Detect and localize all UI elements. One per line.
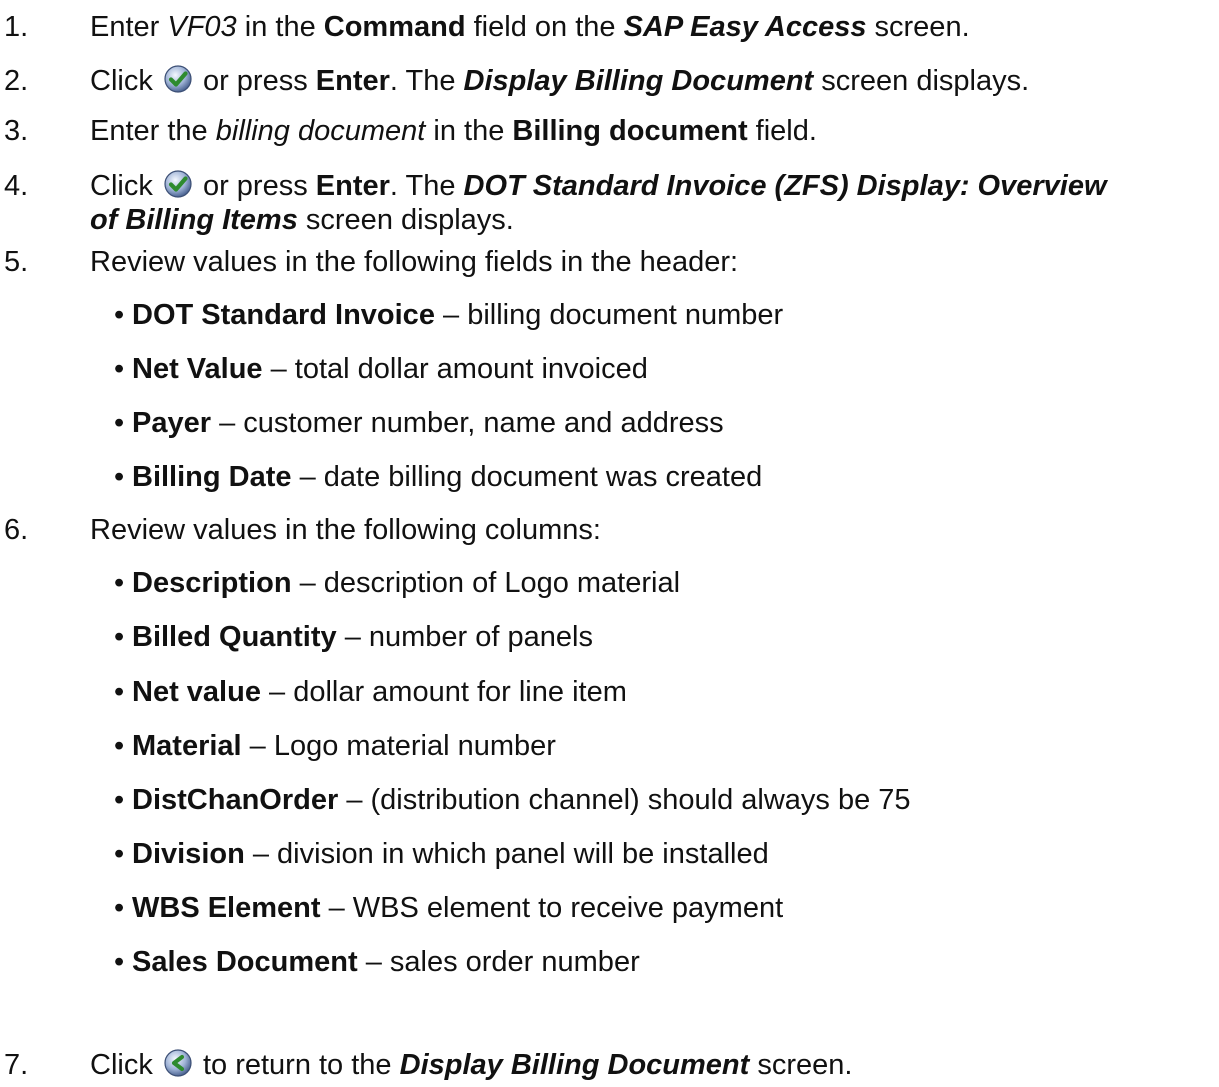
- bullet-marker: •: [114, 461, 125, 493]
- bullet-text: Description – description of Logo materi…: [132, 566, 680, 600]
- bullet-marker: •: [114, 784, 125, 816]
- screen-name: of Billing Items: [90, 204, 298, 236]
- text-run: Enter the: [90, 115, 216, 147]
- enter-check-icon: [163, 169, 193, 199]
- bullet-text: Division – division in which panel will …: [132, 837, 769, 871]
- column-name: DistChanOrder: [132, 784, 339, 816]
- step-text: Click to return to the Display Billing D…: [90, 1048, 852, 1082]
- column-description: – number of panels: [336, 621, 593, 653]
- screen-name: SAP Easy Access: [623, 11, 867, 43]
- step-text: Click or press Enter. The DOT Standard I…: [90, 169, 1107, 203]
- text-run: or press: [194, 170, 316, 202]
- column-description: – (distribution channel) should always b…: [338, 784, 911, 816]
- step-number: 4.: [4, 170, 29, 202]
- bullet-text: Billed Quantity – number of panels: [132, 620, 593, 654]
- transaction-code: VF03: [167, 11, 237, 43]
- bullet-marker: •: [114, 567, 125, 599]
- bullet-text: Payer – customer number, name and addres…: [132, 406, 724, 440]
- bullet-marker: •: [114, 838, 125, 870]
- text-run: in the: [425, 115, 513, 147]
- column-description: – WBS element to receive payment: [320, 892, 784, 924]
- text-run: Click: [90, 65, 161, 97]
- bullet-text: Material – Logo material number: [132, 729, 556, 763]
- column-name: Billed Quantity: [132, 621, 337, 653]
- field-name: Billing document: [512, 115, 748, 147]
- bullet-text: Net Value – total dollar amount invoiced: [132, 352, 648, 386]
- field-description: – total dollar amount invoiced: [262, 353, 648, 385]
- screen-name: DOT Standard Invoice (ZFS) Display: Over…: [463, 170, 1107, 202]
- bullet-text: DistChanOrder – (distribution channel) s…: [132, 783, 911, 817]
- bullet-marker: •: [114, 892, 125, 924]
- text-run: screen displays.: [297, 204, 514, 236]
- field-name: Net Value: [132, 353, 263, 385]
- text-run: or press: [194, 65, 316, 97]
- column-name: Division: [132, 838, 245, 870]
- column-description: – dollar amount for line item: [260, 676, 627, 708]
- bullet-text: WBS Element – WBS element to receive pay…: [132, 891, 783, 925]
- bullet-marker: •: [114, 353, 125, 385]
- text-run: . The: [389, 65, 464, 97]
- value-name: billing document: [215, 115, 426, 147]
- field-name: Command: [323, 11, 466, 43]
- step-text: Enter the billing document in the Billin…: [90, 114, 817, 148]
- text-run: field.: [747, 115, 817, 147]
- column-description: – Logo material number: [241, 730, 556, 762]
- text-run: screen.: [866, 11, 970, 43]
- field-description: – date billing document was created: [291, 461, 763, 493]
- bullet-text: DOT Standard Invoice – billing document …: [132, 298, 783, 332]
- step-number: 6.: [4, 514, 29, 546]
- screen-name: Display Billing Document: [399, 1049, 750, 1081]
- step-number: 1.: [4, 11, 29, 43]
- step-number: 5.: [4, 246, 29, 278]
- text-run: to return to the: [194, 1049, 400, 1081]
- bullet-marker: •: [114, 407, 125, 439]
- bullet-marker: •: [114, 730, 125, 762]
- text-run: screen.: [749, 1049, 853, 1081]
- screen-name: Display Billing Document: [463, 65, 814, 97]
- column-description: – description of Logo material: [291, 567, 681, 599]
- bullet-marker: •: [114, 676, 125, 708]
- step-text: Enter VF03 in the Command field on the S…: [90, 10, 970, 44]
- field-name: DOT Standard Invoice: [132, 299, 435, 331]
- column-name: WBS Element: [132, 892, 321, 924]
- bullet-marker: •: [114, 299, 125, 331]
- column-description: – division in which panel will be instal…: [244, 838, 769, 870]
- bullet-marker: •: [114, 621, 125, 653]
- bullet-text: Billing Date – date billing document was…: [132, 460, 762, 494]
- column-name: Net value: [132, 676, 261, 708]
- step-number: 2.: [4, 65, 29, 97]
- text-run: Click: [90, 170, 161, 202]
- column-name: Description: [132, 567, 292, 599]
- bullet-text: Sales Document – sales order number: [132, 945, 640, 979]
- key-name: Enter: [315, 65, 390, 97]
- bullet-text: Net value – dollar amount for line item: [132, 675, 627, 709]
- field-name: Billing Date: [132, 461, 292, 493]
- text-run: Click: [90, 1049, 161, 1081]
- key-name: Enter: [315, 170, 390, 202]
- step-text: Click or press Enter. The Display Billin…: [90, 64, 1029, 98]
- text-run: Enter: [90, 11, 168, 43]
- column-name: Sales Document: [132, 946, 358, 978]
- text-run: . The: [389, 170, 464, 202]
- field-description: – customer number, name and address: [211, 407, 724, 439]
- column-name: Material: [132, 730, 242, 762]
- step-text: Review values in the following columns:: [90, 514, 601, 546]
- text-run: field on the: [465, 11, 624, 43]
- back-arrow-icon: [163, 1048, 193, 1078]
- field-name: Payer: [132, 407, 212, 439]
- bullet-marker: •: [114, 946, 125, 978]
- enter-check-icon: [163, 64, 193, 94]
- text-run: in the: [236, 11, 324, 43]
- step-text: of Billing Items screen displays.: [90, 203, 514, 237]
- step-number: 3.: [4, 115, 29, 147]
- field-description: – billing document number: [434, 299, 784, 331]
- column-description: – sales order number: [357, 946, 640, 978]
- step-number: 7.: [4, 1049, 29, 1081]
- step-text: Review values in the following fields in…: [90, 246, 739, 278]
- text-run: screen displays.: [813, 65, 1030, 97]
